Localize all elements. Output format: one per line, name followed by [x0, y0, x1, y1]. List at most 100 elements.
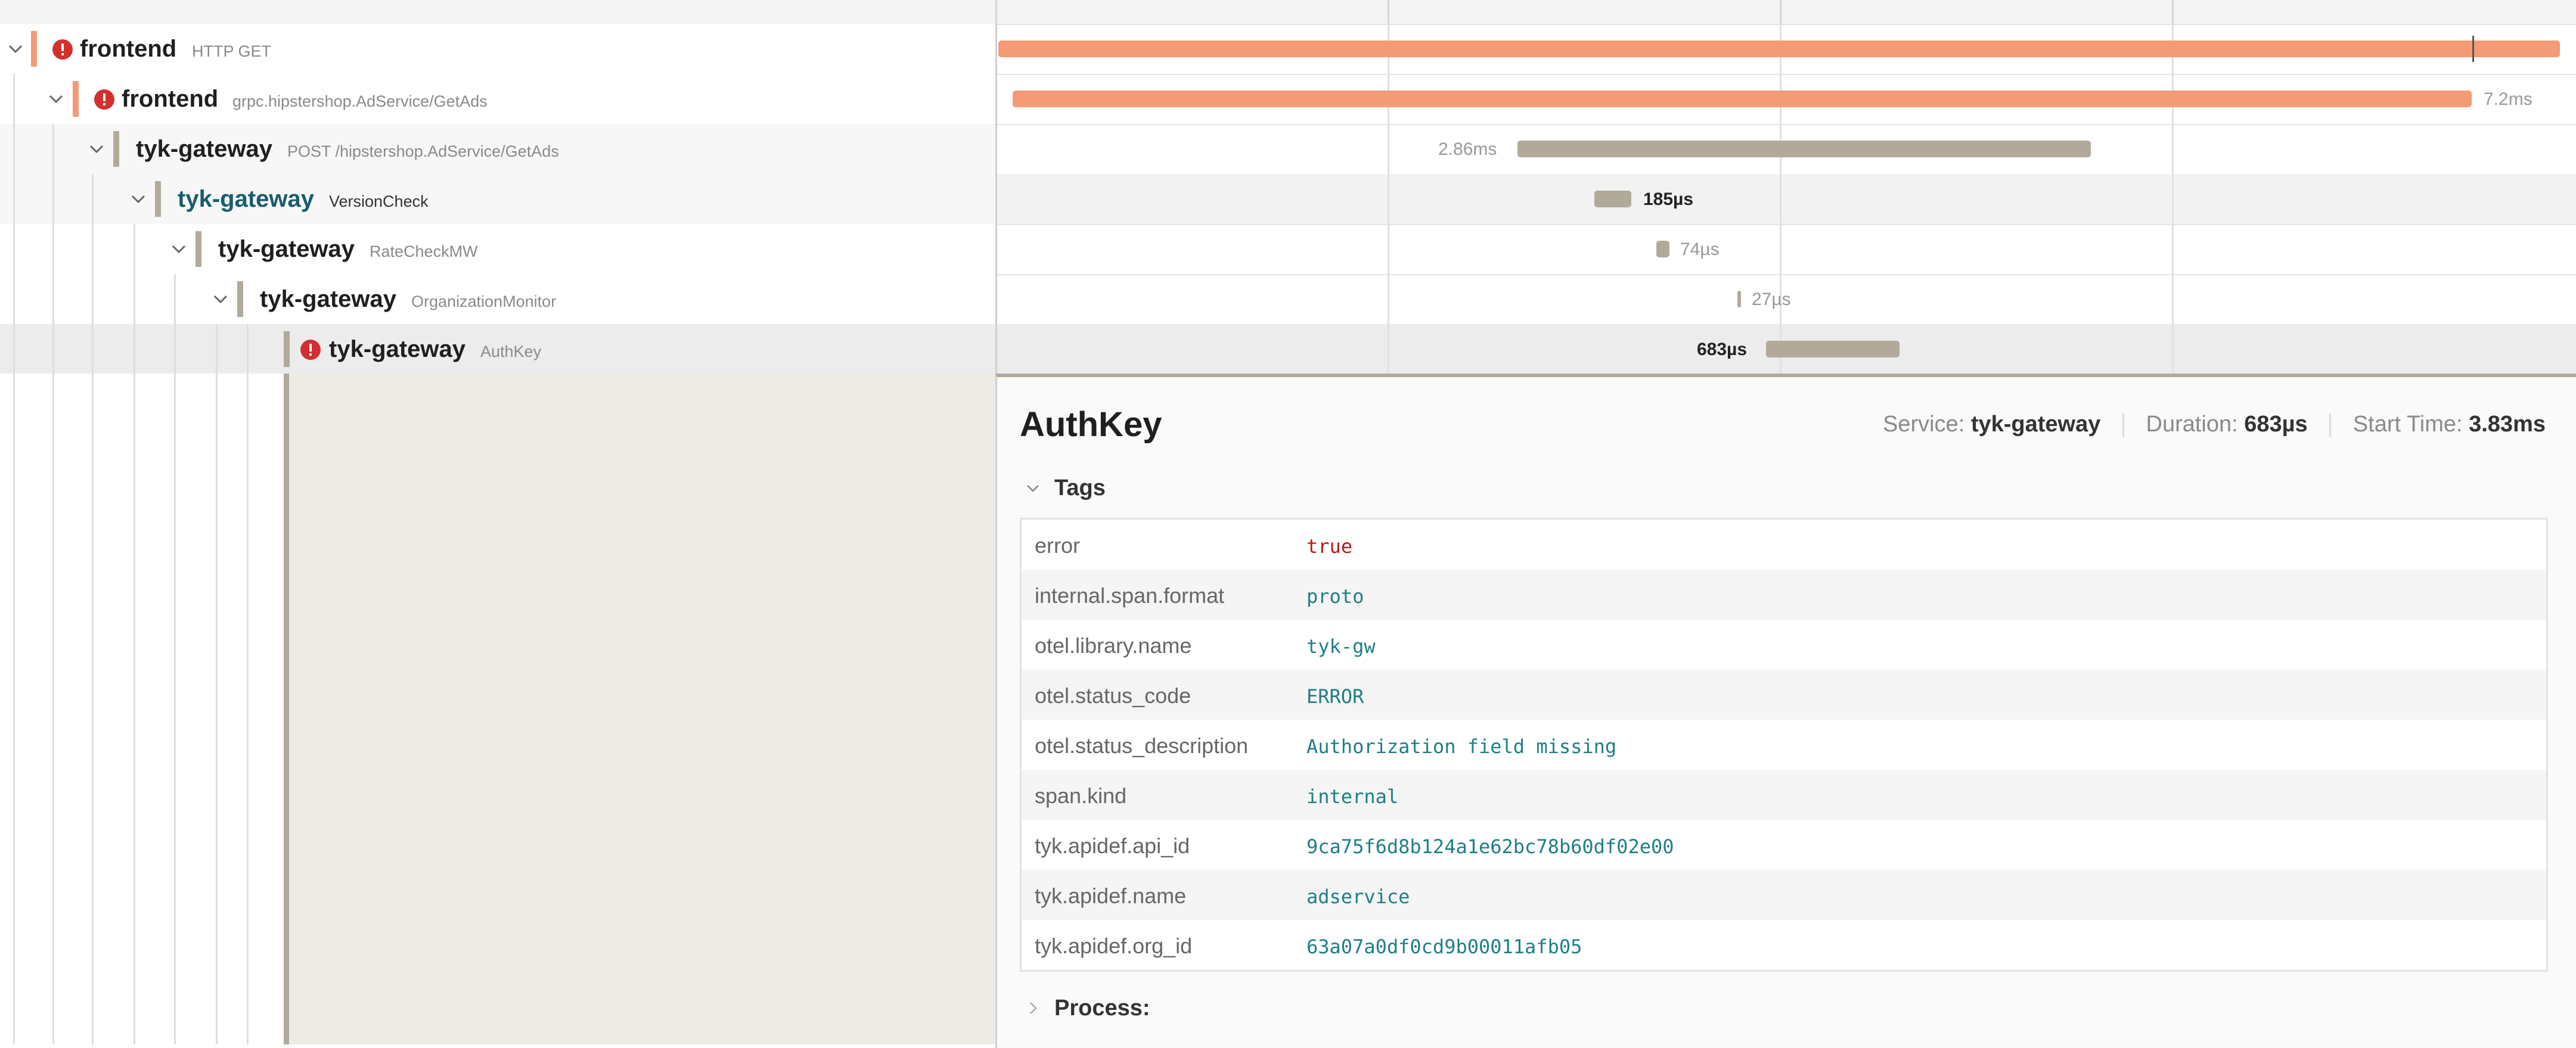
tag-key: otel.status_description: [1035, 733, 1249, 758]
span-timeline-cell[interactable]: 683µs: [995, 324, 2576, 374]
duration-meta-label: Duration:: [2146, 412, 2238, 437]
tree-guide: [174, 374, 176, 1044]
span-name-cell[interactable]: tyk-gateway RateCheckMW: [0, 224, 995, 274]
service-color-bar: [155, 181, 161, 217]
tree-guide: [52, 274, 54, 324]
tag-key: span.kind: [1035, 783, 1127, 808]
span-bar[interactable]: [1517, 141, 2091, 157]
tag-key: tyk.apidef.org_id: [1035, 934, 1193, 958]
tree-guide: [216, 324, 218, 374]
span-row[interactable]: tyk-gateway POST /hipstershop.AdService/…: [0, 124, 2576, 175]
span-bar[interactable]: [1737, 291, 1741, 307]
chevron-down-icon[interactable]: [4, 37, 27, 61]
tree-guide: [13, 74, 15, 124]
grid-line: [2172, 174, 2174, 224]
span-name-cell[interactable]: tyk-gateway AuthKey: [0, 324, 995, 374]
service-color-bar: [237, 281, 243, 317]
tree-guide: [134, 274, 135, 324]
span-bar[interactable]: [998, 41, 2560, 57]
span-name-cell[interactable]: frontend HTTP GET: [0, 24, 995, 74]
operation-name: AuthKey: [480, 343, 542, 360]
error-icon: [94, 89, 114, 110]
grid-line: [2172, 224, 2174, 274]
span-timeline-cell[interactable]: 185µs: [995, 174, 2576, 224]
tag-row: tyk.apidef.name adservice: [1022, 870, 2546, 920]
duration-label: 27µs: [1752, 290, 1791, 309]
start-time-meta-value: 3.83ms: [2469, 412, 2546, 437]
span-row-selected[interactable]: tyk-gateway AuthKey 683µs: [0, 324, 2576, 375]
service-color-bar: [73, 81, 79, 117]
timeline-cursor: [2472, 36, 2474, 62]
service-color-bar: [31, 31, 37, 67]
operation-name: OrganizationMonitor: [411, 293, 557, 310]
grid-line: [1388, 274, 1389, 324]
chevron-down-icon[interactable]: [85, 137, 108, 161]
tree-guide: [13, 324, 15, 374]
duration-label: 2.86ms: [1438, 139, 1497, 159]
operation-name: POST /hipstershop.AdService/GetAds: [287, 142, 559, 160]
span-row[interactable]: tyk-gateway RateCheckMW 74µs: [0, 224, 2576, 275]
error-icon: [52, 39, 73, 60]
service-name: frontend: [80, 36, 177, 62]
process-section-label: Process:: [1054, 996, 1150, 1021]
duration-label: 683µs: [1697, 340, 1748, 359]
tree-guide: [52, 374, 54, 1044]
timeline-tick: [1388, 0, 1389, 24]
span-timeline-cell[interactable]: 27µs: [995, 274, 2576, 324]
span-timeline-cell[interactable]: 74µs: [995, 224, 2576, 274]
span-bar[interactable]: [1766, 341, 1900, 357]
tag-row: internal.span.format proto: [1022, 570, 2546, 620]
grid-line: [2172, 124, 2174, 174]
chevron-down-icon[interactable]: [167, 237, 191, 261]
timeline-tick: [2172, 0, 2174, 24]
span-detail-panel: AuthKey Service: tyk-gateway Duration: 6…: [995, 374, 2576, 1048]
meta-divider: [2329, 413, 2332, 437]
operation-name: RateCheckMW: [370, 242, 478, 260]
operation-name: HTTP GET: [192, 42, 272, 60]
chevron-right-icon[interactable]: [1023, 998, 1042, 1017]
span-bar[interactable]: [1594, 191, 1631, 207]
tree-guide: [52, 124, 54, 174]
grid-line: [2172, 324, 2174, 374]
service-meta-value: tyk-gateway: [1970, 412, 2101, 437]
tags-section-label: Tags: [1054, 475, 1106, 500]
span-name-cell[interactable]: tyk-gateway VersionCheck: [0, 174, 995, 224]
span-row[interactable]: tyk-gateway OrganizationMonitor 27µs: [0, 274, 2576, 325]
grid-line: [1388, 124, 1389, 174]
tree-guide: [52, 174, 54, 224]
service-name: tyk-gateway: [260, 286, 396, 312]
tree-guide: [13, 124, 15, 174]
tree-guide: [247, 374, 249, 1044]
operation-name: grpc.hipstershop.AdService/GetAds: [232, 92, 488, 110]
tag-value: true: [1306, 535, 1353, 558]
grid-line: [1780, 174, 1782, 224]
span-bar[interactable]: [1013, 91, 2472, 107]
tag-key: internal.span.format: [1035, 583, 1225, 608]
tree-guide: [174, 324, 176, 374]
chevron-down-icon[interactable]: [209, 287, 232, 311]
service-name: tyk-gateway: [218, 236, 355, 262]
grid-line: [1388, 324, 1389, 374]
tree-guide: [92, 274, 94, 324]
chevron-down-icon[interactable]: [1023, 478, 1042, 497]
duration-label: 74µs: [1680, 240, 1720, 259]
span-detail-title: AuthKey: [1020, 405, 1162, 444]
tag-row: otel.status_description Authorization fi…: [1022, 720, 2546, 770]
span-timeline-cell[interactable]: 7.2ms: [995, 74, 2576, 124]
span-row[interactable]: frontend HTTP GET: [0, 24, 2576, 75]
span-name-cell[interactable]: tyk-gateway POST /hipstershop.AdService/…: [0, 124, 995, 174]
span-name-cell[interactable]: frontend grpc.hipstershop.AdService/GetA…: [0, 74, 995, 124]
chevron-down-icon[interactable]: [126, 187, 150, 211]
start-time-meta-label: Start Time:: [2352, 412, 2463, 437]
span-row[interactable]: frontend grpc.hipstershop.AdService/GetA…: [0, 74, 2576, 125]
tree-guide: [134, 374, 135, 1044]
span-name-cell[interactable]: tyk-gateway OrganizationMonitor: [0, 274, 995, 324]
span-bar[interactable]: [1656, 241, 1669, 257]
tag-value: internal: [1306, 785, 1399, 808]
span-row[interactable]: tyk-gateway VersionCheck 185µs: [0, 174, 2576, 225]
chevron-down-icon[interactable]: [44, 87, 68, 111]
span-timeline-cell[interactable]: 2.86ms: [995, 124, 2576, 174]
tag-row: tyk.apidef.api_id 9ca75f6d8b124a1e62bc78…: [1022, 820, 2546, 870]
tag-value: ERROR: [1306, 685, 1364, 708]
span-timeline-cell[interactable]: [995, 24, 2576, 74]
